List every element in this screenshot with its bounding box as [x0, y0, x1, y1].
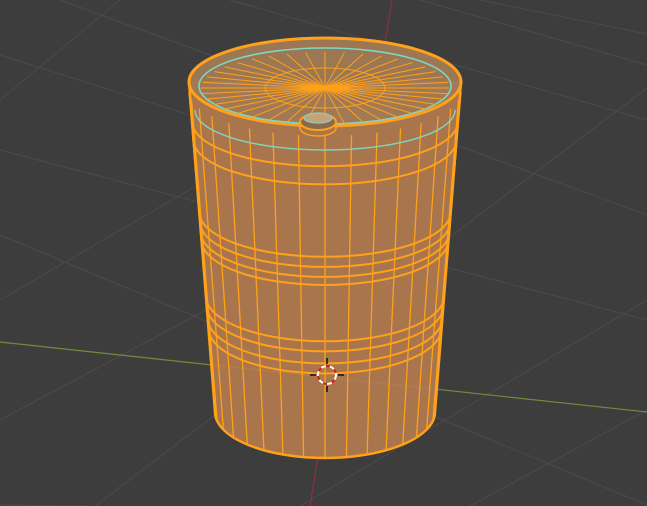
- barrel-mesh[interactable]: [187, 36, 463, 460]
- grid-line: [419, 0, 647, 66]
- grid-line: [469, 409, 647, 506]
- 3d-viewport[interactable]: [0, 0, 647, 506]
- barrel-bung-top: [303, 112, 333, 124]
- grid-line: [479, 0, 647, 35]
- grid-line: [0, 174, 216, 301]
- viewport-canvas[interactable]: [0, 0, 647, 506]
- grid-line: [0, 0, 121, 101]
